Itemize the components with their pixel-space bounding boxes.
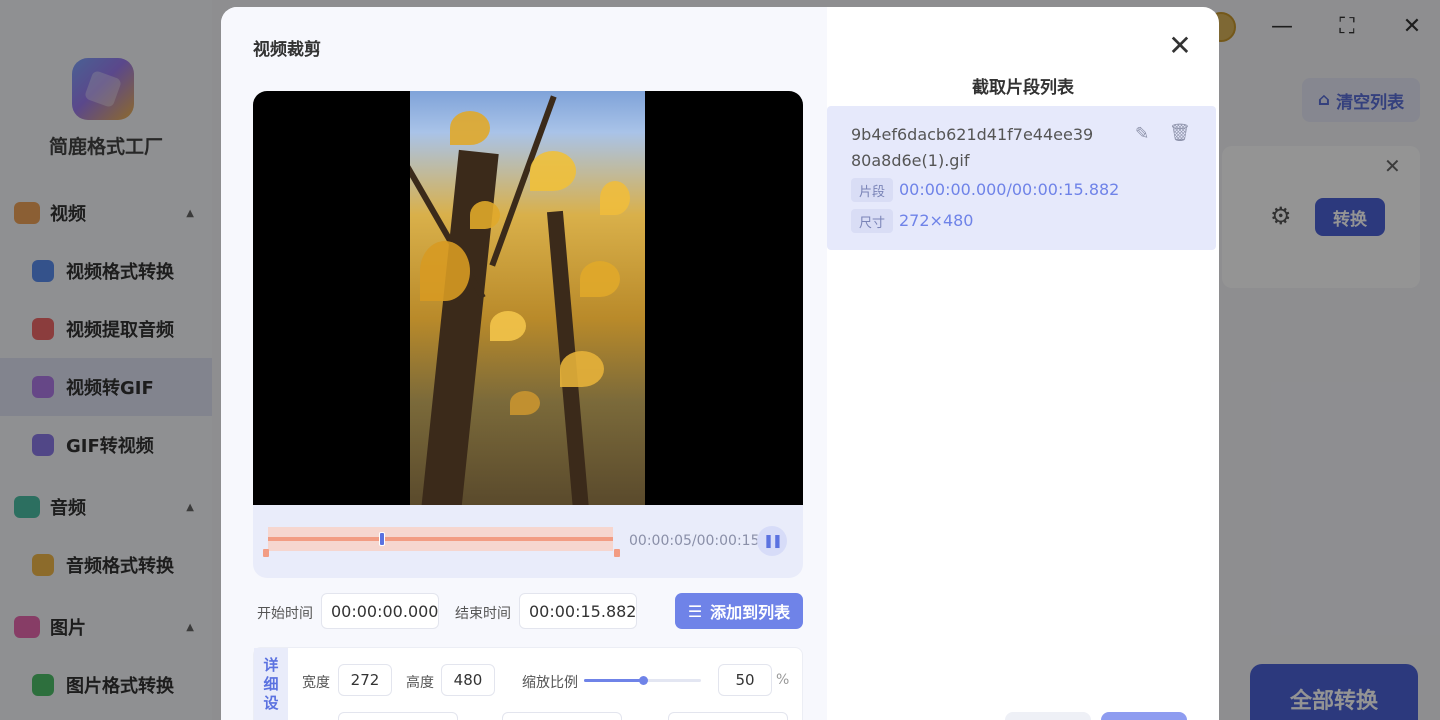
- video-crop-dialog: 视频裁剪 ✕ 00:00:05/00:00:15 ❚❚ 开始时间 00:00:0…: [221, 7, 1219, 720]
- scale-slider[interactable]: [584, 676, 701, 685]
- dialog-title: 视频裁剪: [253, 40, 321, 60]
- time-range-row: 开始时间 00:00:00.000 结束时间 00:00:15.882 ☰ 添加…: [257, 593, 803, 629]
- segment-size: 272×480: [899, 211, 974, 230]
- video-preview[interactable]: [253, 91, 803, 505]
- segment-list-title: 截取片段列表: [972, 78, 1074, 98]
- width-input[interactable]: 272: [338, 664, 392, 696]
- trim-end-handle[interactable]: [614, 549, 620, 557]
- scale-slider-fill: [584, 679, 643, 682]
- edit-icon[interactable]: ✎: [1135, 124, 1149, 144]
- video-frame: [410, 91, 645, 505]
- height-label: 高度: [406, 675, 434, 691]
- option-select-3[interactable]: [668, 712, 788, 720]
- pause-icon: ❚❚: [763, 533, 783, 549]
- start-time-input[interactable]: 00:00:00.000: [321, 593, 439, 629]
- end-time-input[interactable]: 00:00:15.882: [519, 593, 637, 629]
- add-to-list-button[interactable]: ☰ 添加到列表: [675, 593, 803, 629]
- option-select-2[interactable]: [502, 712, 622, 720]
- segment-tag: 片段: [851, 178, 893, 202]
- playhead[interactable]: [379, 532, 385, 546]
- height-input[interactable]: 480: [441, 664, 495, 696]
- pause-button[interactable]: ❚❚: [757, 526, 787, 556]
- confirm-button[interactable]: [1101, 712, 1187, 720]
- start-time-label: 开始时间: [257, 606, 313, 622]
- trash-icon[interactable]: 🗑: [1169, 123, 1191, 143]
- scale-input[interactable]: 50: [718, 664, 772, 696]
- scale-unit: %: [776, 672, 790, 688]
- player-controls: 00:00:05/00:00:15 ❚❚: [253, 505, 803, 578]
- timeline-track[interactable]: [268, 537, 613, 541]
- trim-start-handle[interactable]: [263, 549, 269, 557]
- size-tag: 尺寸: [851, 209, 893, 233]
- detail-settings-tab[interactable]: 详细设: [254, 648, 288, 720]
- segment-filename: 9b4ef6dacb621d41f7e44ee3980a8d6e(1).gif: [851, 125, 1094, 170]
- cancel-button[interactable]: [1005, 712, 1091, 720]
- width-label: 宽度: [302, 675, 330, 691]
- time-readout: 00:00:05/00:00:15: [629, 533, 760, 549]
- option-select-1[interactable]: [338, 712, 458, 720]
- list-icon: ☰: [687, 601, 703, 621]
- dialog-close-icon[interactable]: ✕: [1166, 32, 1194, 61]
- end-time-label: 结束时间: [455, 606, 511, 622]
- segment-list-item[interactable]: 9b4ef6dacb621d41f7e44ee3980a8d6e(1).gif …: [827, 106, 1216, 250]
- scale-label: 缩放比例: [522, 675, 578, 691]
- detail-settings: 详细设 宽度 272 高度 480 缩放比例 50 %: [253, 647, 803, 720]
- scale-slider-thumb[interactable]: [638, 676, 648, 685]
- segment-time-range: 00:00:00.000/00:00:15.882: [899, 180, 1120, 199]
